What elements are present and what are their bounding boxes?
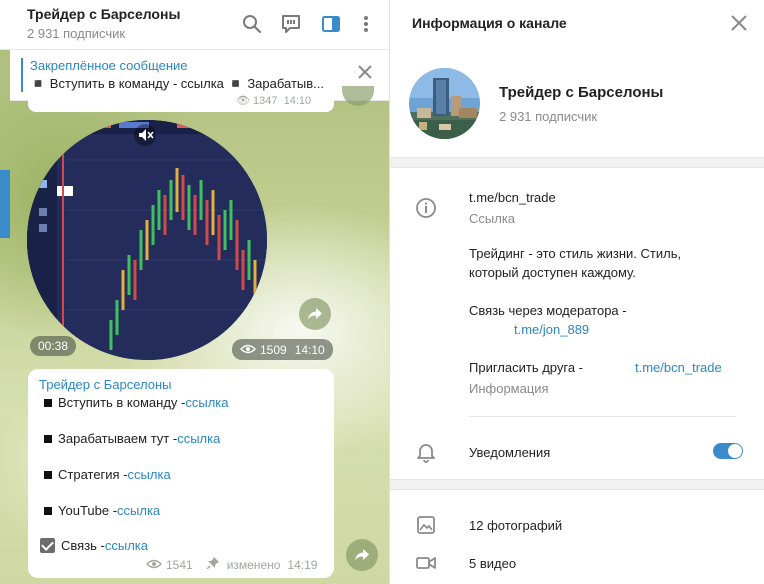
sidebar-toggle-icon[interactable] (319, 12, 343, 36)
contact-label: Связь через модератора - (469, 303, 627, 318)
channel-subscriber-count: 2 931 подписчик (499, 109, 598, 124)
post-link[interactable]: ссылка (117, 503, 160, 518)
post-link[interactable]: ссылка (128, 467, 171, 482)
share-icon (308, 308, 322, 320)
more-icon[interactable] (354, 12, 378, 36)
channel-post-bubble[interactable]: Трейдер с Барселоны Вступить в команду -… (28, 369, 334, 578)
checkbox-icon (40, 538, 55, 553)
mute-icon[interactable] (134, 124, 156, 146)
post-link[interactable]: ссылка (177, 431, 220, 446)
description-line: Трейдинг - это стиль жизни. Стиль, (469, 246, 682, 261)
contact-link[interactable]: t.me/jon_889 (514, 322, 589, 337)
chat-header[interactable]: Трейдер с Барселоны 2 931 подписчик (0, 0, 389, 50)
search-icon[interactable] (240, 12, 264, 36)
post-link[interactable]: ссылка (185, 395, 228, 410)
channel-info-panel: Информация о канале Трейдер с Барселоны … (390, 0, 764, 584)
round-video-message[interactable] (27, 120, 267, 360)
share-button[interactable] (299, 298, 331, 330)
pinned-accent-bar (21, 58, 23, 92)
share-icon (355, 549, 369, 561)
square-bullet-icon (44, 434, 52, 443)
trading-chart-video-frame (27, 120, 267, 360)
post-meta: 1541 изменено 14:19 (146, 557, 317, 572)
post-link[interactable]: ссылка (105, 538, 148, 553)
post-line: Связь - ссылка (40, 538, 148, 553)
info-caption: Информация (469, 381, 549, 396)
notifications-label: Уведомления (469, 445, 551, 460)
notifications-toggle[interactable] (713, 443, 743, 459)
chat-subscriber-count: 2 931 подписчик (27, 26, 126, 41)
eye-icon (146, 558, 162, 572)
square-bullet-icon (44, 506, 52, 515)
post-line-text: Связь - (61, 538, 105, 553)
pinned-title: Закреплённое сообщение (30, 58, 188, 73)
info-icon (415, 197, 437, 219)
share-button[interactable] (346, 539, 378, 571)
channel-avatar[interactable] (409, 68, 480, 139)
eye-icon: 👁 (236, 95, 254, 107)
message-time: 14:19 (287, 557, 318, 572)
bell-icon (415, 441, 437, 463)
post-line: Стратегия - ссылка (44, 467, 171, 482)
edited-label: изменено (226, 557, 281, 572)
chat-pane: Трейдер с Барселоны 2 931 подписчик Закр… (0, 0, 390, 584)
view-count: 1509 (260, 342, 287, 357)
pin-icon (206, 557, 219, 572)
previous-message-meta: 👁 1347 14:10 (236, 94, 311, 107)
post-line-text: Вступить в команду - (58, 395, 186, 410)
discussion-icon[interactable] (279, 12, 303, 36)
pinned-preview: ◾ Вступить в команду - ссылка ◾ Зарабаты… (30, 76, 324, 91)
post-line: Зарабатываем тут - ссылка (44, 431, 220, 446)
channel-name: Трейдер с Барселоны (499, 84, 664, 101)
post-line: YouTube - ссылка (44, 503, 160, 518)
video-icon (415, 552, 437, 574)
divider-line (469, 416, 736, 417)
close-icon[interactable] (730, 14, 748, 32)
channel-link-caption: Ссылка (469, 211, 516, 226)
videos-count[interactable]: 5 видео (469, 556, 516, 571)
view-count: 1541 (166, 557, 193, 572)
post-line-text: YouTube - (58, 503, 118, 518)
square-bullet-icon (44, 470, 52, 479)
message-time: 14:10 (283, 95, 312, 107)
section-divider (390, 479, 764, 490)
section-divider (390, 157, 764, 168)
post-line: Вступить в команду - ссылка (44, 395, 229, 410)
toggle-knob (728, 444, 742, 458)
info-panel-title: Информация о канале (412, 15, 567, 31)
chat-title[interactable]: Трейдер с Барселоны (27, 6, 180, 22)
pinned-message[interactable]: Закреплённое сообщение ◾ Вступить в кома… (10, 50, 389, 101)
channel-link[interactable]: t.me/bcn_trade (469, 190, 556, 205)
post-line-text: Зарабатываем тут - (58, 431, 178, 446)
message-time: 14:10 (294, 342, 325, 357)
photos-count[interactable]: 12 фотографий (469, 518, 562, 533)
post-sender[interactable]: Трейдер с Барселоны (39, 377, 171, 392)
invite-link[interactable]: t.me/bcn_trade (635, 360, 722, 375)
square-bullet-icon (44, 398, 52, 407)
post-line-text: Стратегия - (58, 467, 128, 482)
description-line: который доступен каждому. (469, 265, 636, 280)
photo-icon (415, 514, 437, 536)
video-duration-badge: 00:38 (30, 336, 77, 356)
eye-icon (240, 343, 256, 357)
invite-label: Пригласить друга - (469, 360, 584, 375)
view-count: 1347 (253, 95, 278, 107)
close-icon[interactable] (357, 64, 373, 80)
video-message-meta: 1509 14:10 (232, 339, 333, 360)
